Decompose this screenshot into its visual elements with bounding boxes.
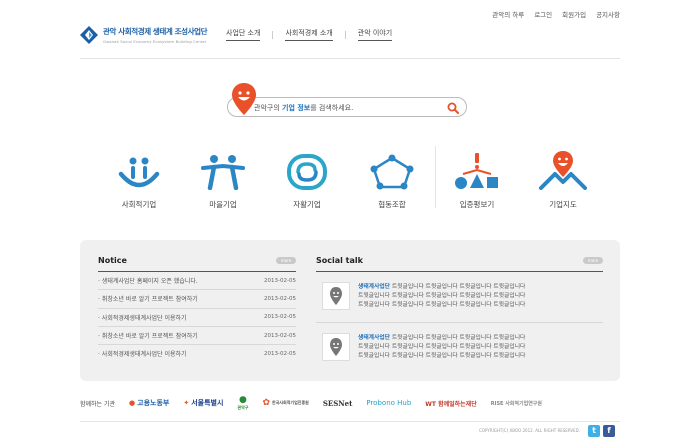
nav-story[interactable]: 관악 이야기	[357, 28, 393, 41]
company-search-input[interactable]: 관악구의 기업 정보를 검색하세요.	[227, 97, 467, 117]
partner-logos: 함께하는 기관 ● 고용노동부 ✦ 서울특별시 ● 관악구 ✿ 한국사회적기업진흥원 S…	[80, 392, 620, 414]
list-item[interactable]: · 사회적경제생태계사업단 이용하기 2013-02-05	[98, 345, 296, 362]
twitter-icon[interactable]: t	[588, 425, 600, 437]
partner-wt[interactable]: WT 함께일하는재단	[425, 399, 476, 408]
social-enterprise-icon	[118, 157, 160, 188]
notice-section: Notice more · 생태계사업단 홈페이지 오픈 했습니다. 2013-0…	[98, 256, 296, 362]
facebook-icon[interactable]: f	[603, 425, 615, 437]
social-more-button[interactable]: more	[583, 257, 603, 264]
user-avatar-icon	[330, 287, 342, 305]
list-item[interactable]: · 취창소년 바로 알기 프로젝트 참여하기 2013-02-05	[98, 290, 296, 309]
category-label: 기업지도	[549, 200, 577, 209]
list-item[interactable]: · 사회적경제생태계사업단 이용하기 2013-02-05	[98, 309, 296, 327]
partner-moel[interactable]: ● 고용노동부	[129, 398, 169, 408]
company-map-icon	[539, 151, 587, 190]
top-link-notice[interactable]: 공지사항	[596, 9, 620, 19]
social-post-text: 생태계사업단 트윗글입니다 트윗글입니다 트윗글입니다 트윗글입니다 트윗글입니…	[358, 284, 526, 308]
social-post-text: 생태계사업단 트윗글입니다 트윗글입니다 트윗글입니다 트윗글입니다 트윗글입니…	[358, 335, 526, 359]
logo-mark-icon	[80, 26, 98, 44]
category-evaluation[interactable]: 입증평보기	[437, 148, 517, 210]
village-enterprise-icon	[201, 155, 245, 190]
category-village-enterprise[interactable]: 마을기업	[183, 148, 263, 210]
nav-divider	[272, 30, 274, 39]
logo-title: 관악 사회적경제 생태계 조성사업단	[103, 27, 208, 36]
site-logo[interactable]: 관악 사회적경제 생태계 조성사업단 Gwanak Social Economy…	[80, 26, 208, 44]
nav-about[interactable]: 사업단 소개	[226, 28, 261, 41]
mascot-pin-icon	[232, 83, 256, 115]
top-link-login[interactable]: 로그인	[534, 9, 552, 19]
partner-seoul[interactable]: ✦ 서울특별시	[183, 398, 223, 408]
nav-social-economy[interactable]: 사회적경제 소개	[285, 28, 333, 41]
category-divider	[435, 146, 436, 208]
social-post[interactable]: 생태계사업단 트윗글입니다 트윗글입니다 트윗글입니다 트윗글입니다 트윗글입니…	[316, 272, 603, 323]
search-placeholder: 관악구의 기업 정보를 검색하세요.	[254, 104, 354, 112]
social-talk-section: Social talk more 생태계사업단 트윗글입니다 트윗글입니다 트윗…	[316, 256, 603, 373]
list-item[interactable]: · 취창소년 바로 알기 프로젝트 참여하기 2013-02-05	[98, 327, 296, 346]
partners-label: 함께하는 기관	[80, 400, 116, 408]
category-label: 입증평보기	[459, 200, 495, 209]
evaluation-icon	[455, 153, 498, 189]
notice-more-button[interactable]: more	[276, 257, 296, 264]
category-label: 사회적기업	[121, 200, 157, 209]
partner-sesnet[interactable]: SESNet	[323, 399, 353, 408]
category-label: 협동조합	[378, 200, 406, 209]
cooperative-icon	[370, 154, 414, 190]
user-avatar-icon	[330, 338, 342, 356]
social-title: Social talk	[316, 256, 363, 265]
category-cooperative[interactable]: 협동조합	[352, 148, 432, 210]
partner-gwanak[interactable]: ● 관악구	[237, 395, 248, 411]
partner-rise[interactable]: RISE 사회적기업연구원	[491, 400, 542, 407]
logo-subtitle: Gwanak Social Economy Ecosystem Building…	[103, 39, 207, 44]
footer-divider	[80, 421, 620, 422]
partner-probono[interactable]: Probono Hub	[366, 399, 411, 407]
category-self-support-enterprise[interactable]: 자활기업	[267, 148, 347, 210]
notice-list: · 생태계사업단 홈페이지 오픈 했습니다. 2013-02-05 · 취창소년 …	[98, 272, 296, 362]
avatar	[322, 333, 350, 361]
top-link-today[interactable]: 관악의 하루	[492, 9, 524, 19]
search-icon[interactable]	[447, 102, 459, 114]
list-item[interactable]: · 생태계사업단 홈페이지 오픈 했습니다. 2013-02-05	[98, 272, 296, 291]
partner-kosea[interactable]: ✿ 한국사회적기업진흥원	[262, 398, 308, 408]
header-divider	[80, 58, 620, 59]
top-utility-nav: 관악의 하루 로그인 회원가입 공지사항	[492, 9, 620, 19]
nav-divider	[344, 30, 346, 39]
top-link-join[interactable]: 회원가입	[562, 9, 586, 19]
avatar	[322, 282, 350, 310]
copyright-text: COPYRIGHT(C) XBOO 2012. ALL RIGHT RESERV…	[479, 428, 580, 433]
category-label: 자활기업	[293, 200, 321, 209]
social-post[interactable]: 생태계사업단 트윗글입니다 트윗글입니다 트윗글입니다 트윗글입니다 트윗글입니…	[316, 323, 603, 373]
category-label: 마을기업	[209, 200, 237, 209]
self-support-enterprise-icon	[287, 154, 327, 190]
category-company-map[interactable]: 기업지도	[523, 148, 603, 210]
main-nav: 사업단 소개 사회적경제 소개 관악 이야기	[226, 28, 393, 41]
category-social-enterprise[interactable]: 사회적기업	[99, 148, 179, 210]
notice-title: Notice	[98, 256, 127, 265]
